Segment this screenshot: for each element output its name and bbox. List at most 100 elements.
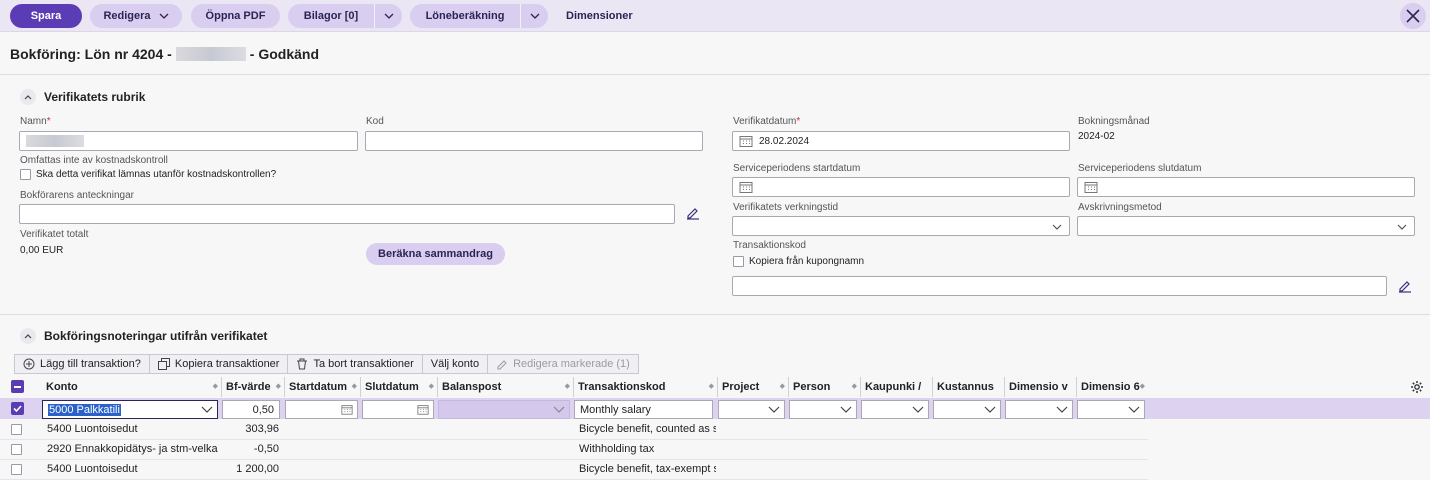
voucher-header-section-title[interactable]: Verifikatets rubrik [20,89,145,105]
calendar-icon[interactable] [417,404,429,415]
entries-section-title[interactable]: Bokföringsnoteringar utifrån verifikatet [20,328,267,344]
edit-selected-label: Redigera markerade (1) [513,358,630,370]
col-project[interactable]: Project ◆ [718,377,789,397]
notes-label: Bokförarens anteckningar [20,190,134,201]
table-row[interactable]: 5400 Luontoisedut 1 200,00 Bicycle benef… [0,460,1148,480]
calendar-icon[interactable] [739,135,753,147]
chevron-down-icon [530,13,539,19]
calc-summary-button[interactable]: Beräkna sammandrag [366,243,505,265]
notes-field[interactable] [19,204,675,224]
voucher-date-field[interactable]: 28.02.2024 [732,131,1070,151]
divider [0,74,1430,75]
choose-account-button[interactable]: Välj konto [421,354,489,374]
col-dimension-6[interactable]: Dimensio 6 ◆ [1077,377,1148,397]
chevron-up-icon[interactable] [20,89,36,105]
city-select[interactable] [861,400,929,419]
salary-calc-button[interactable]: Löneberäkning [410,4,548,28]
edit-menu-button[interactable]: Redigera [90,4,182,28]
edit-icon [497,360,507,370]
edit-selected-button[interactable]: Redigera markerade (1) [487,354,639,374]
dimension-v-select[interactable] [1005,400,1073,419]
open-pdf-label: Öppna PDF [205,10,266,22]
value-cell: 303,96 [245,423,279,435]
col-city[interactable]: Kaupunki / [861,377,933,397]
top-toolbar: Spara Redigera Öppna PDF Bilagor [0] Lön… [0,0,1430,32]
project-select[interactable] [718,400,785,419]
redacted-name [175,47,246,61]
chevron-down-icon [1128,406,1140,413]
calendar-icon[interactable] [1084,181,1098,193]
title-prefix: Bokföring: Lön nr 4204 - [10,46,172,62]
service-start-field[interactable] [732,177,1070,197]
cost-control-checkbox[interactable] [20,169,31,180]
pencil-icon[interactable] [686,206,700,220]
salary-calc-dropdown-toggle[interactable] [520,4,548,28]
col-account[interactable]: Konto ◆ [42,377,222,397]
value-cell: 1 200,00 [236,463,279,475]
cost-select[interactable] [933,400,1001,419]
account-cell: 5400 Luontoisedut [47,463,138,475]
person-select[interactable] [789,400,857,419]
gear-icon[interactable] [1410,380,1424,394]
chevron-down-icon [553,406,565,413]
calendar-icon[interactable] [341,404,353,415]
copy-coupon-checkbox[interactable] [733,256,744,267]
transaction-code-field[interactable] [732,276,1387,296]
chevron-up-icon[interactable] [20,328,36,344]
transaction-code-cell: Bicycle benefit, counted as s [579,423,716,435]
row-checkbox[interactable] [11,424,22,435]
dimensions-link[interactable]: Dimensioner [566,4,633,28]
account-select[interactable]: 5000 Palkkatili [42,400,218,419]
redacted-value [26,135,84,147]
open-pdf-button[interactable]: Öppna PDF [191,4,280,28]
row-checkbox-checked[interactable] [11,402,24,415]
copy-transactions-button[interactable]: Kopiera transaktioner [148,354,289,374]
chevron-down-icon [1397,224,1407,230]
transaction-code-cell: Bicycle benefit, tax-exempt s [579,463,716,475]
pencil-icon[interactable] [1398,279,1412,293]
select-all-checkbox[interactable] [11,380,24,393]
row-checkbox[interactable] [11,444,22,455]
col-person[interactable]: Person ◆ [789,377,861,397]
col-end[interactable]: Slutdatum ◆ [361,377,438,397]
code-field[interactable] [365,131,703,151]
row-checkbox[interactable] [11,464,22,475]
effect-time-select[interactable] [732,216,1070,236]
attachments-button[interactable]: Bilagor [0] [288,4,402,28]
total-label: Verifikatet totalt [20,229,89,240]
account-value: 5000 Palkkatili [48,403,121,416]
col-transaction-code[interactable]: Transaktionskod ◆ [574,377,718,397]
transaction-code-input[interactable]: Monthly salary [574,400,713,419]
col-start[interactable]: Startdatum ◆ [285,377,361,397]
col-value[interactable]: Bf-värde ◆ [222,377,285,397]
start-date-input[interactable] [285,400,358,419]
col-cost[interactable]: Kustannus [933,377,1005,397]
add-transaction-button[interactable]: Lägg till transaktion? [14,354,150,374]
attachments-dropdown-toggle[interactable] [374,4,402,28]
service-end-field[interactable] [1077,177,1415,197]
trash-icon [297,358,308,370]
table-row[interactable]: 2920 Ennakkopidätys- ja stm-velka -0,50 … [0,440,1148,460]
chevron-down-icon [1056,406,1068,413]
add-transaction-label: Lägg till transaktion? [40,358,141,370]
table-row[interactable]: 5400 Luontoisedut 303,96 Bicycle benefit… [0,420,1148,440]
chevron-down-icon [984,406,996,413]
name-field[interactable] [19,131,358,151]
copy-icon [157,358,170,370]
delete-transactions-label: Ta bort transaktioner [313,358,414,370]
depreciation-select[interactable] [1077,216,1415,236]
divider [0,314,1430,315]
voucher-date-label: Verifikatdatum* [733,116,801,127]
calendar-icon[interactable] [739,181,753,193]
col-balance[interactable]: Balanspost ◆ [438,377,574,397]
title-status: - Godkänd [249,46,320,62]
value-input[interactable]: 0,50 [222,400,280,419]
col-dimension-v[interactable]: Dimensio v [1005,377,1077,397]
code-label: Kod [366,116,384,127]
save-button[interactable]: Spara [10,4,82,28]
delete-transactions-button[interactable]: Ta bort transaktioner [287,354,423,374]
close-button[interactable] [1400,3,1426,29]
balance-select[interactable] [438,400,570,419]
end-date-input[interactable] [362,400,434,419]
dimension-6-select[interactable] [1077,400,1145,419]
